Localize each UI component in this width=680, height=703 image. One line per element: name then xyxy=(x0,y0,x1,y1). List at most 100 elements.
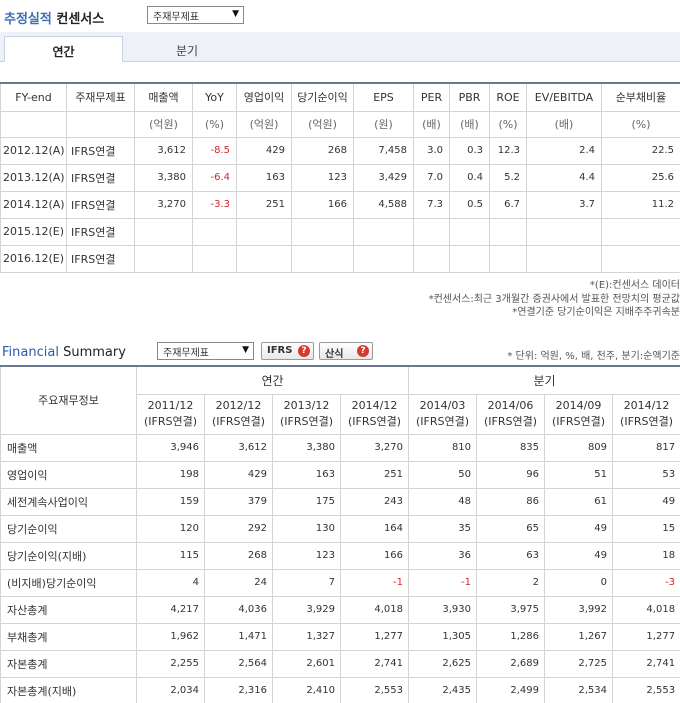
period-accounting: (IFRS연결) xyxy=(143,415,198,428)
value-cell: 49 xyxy=(544,514,614,543)
metric-label[interactable]: 당기순이익(지배) xyxy=(0,541,137,570)
value-cell xyxy=(526,217,602,246)
accounting-cell: IFRS연결 xyxy=(66,163,135,192)
value-cell: 166 xyxy=(291,190,354,219)
unit-note: * 단위: 억원, %, 배, 천주, 분기:순액기준 xyxy=(507,351,680,362)
value-cell: 65 xyxy=(476,514,546,543)
value-cell xyxy=(192,244,237,273)
fy-cell: 2012.12(A) xyxy=(0,136,67,165)
unit-cell: (배) xyxy=(413,110,450,138)
value-cell: -3 xyxy=(612,568,680,597)
tab-quarterly[interactable]: 분기 xyxy=(128,36,246,62)
value-cell: 198 xyxy=(136,460,205,489)
col-header: 당기순이익 xyxy=(291,82,354,112)
value-cell: 2,601 xyxy=(272,649,341,678)
summary-row: 세전계속사업이익 159 379 175 243 48 86 61 49 xyxy=(0,487,680,516)
value-cell: 268 xyxy=(291,136,354,165)
value-cell: 175 xyxy=(272,487,341,516)
tab-annual[interactable]: 연간 xyxy=(4,36,123,62)
value-cell: 2,741 xyxy=(339,649,410,678)
col-header: ROE xyxy=(489,82,527,112)
value-cell: 18 xyxy=(612,541,680,570)
value-cell: 2.4 xyxy=(526,136,602,165)
question-icon[interactable]: ? xyxy=(357,345,369,357)
value-cell: 1,962 xyxy=(136,622,205,651)
metric-label[interactable]: 자본총계(지배) xyxy=(0,676,137,703)
value-cell: 123 xyxy=(291,163,354,192)
summary-statement-select[interactable]: 주재무제표 ▼ xyxy=(157,342,254,360)
value-cell: 25.6 xyxy=(601,163,680,192)
period-accounting: (IFRS연결) xyxy=(484,415,538,428)
value-cell: 4,018 xyxy=(612,595,680,624)
value-cell: 63 xyxy=(476,541,546,570)
value-cell xyxy=(291,244,354,273)
consensus-units-row: (억원) (%) (억원) (억원) (원) (배) (배) (%) (배) (… xyxy=(0,110,680,138)
value-cell: 1,277 xyxy=(339,622,410,651)
value-cell: 1,327 xyxy=(272,622,341,651)
unit-cell: (원) xyxy=(353,110,414,138)
consensus-row: 2016.12(E) IFRS연결 xyxy=(0,244,680,273)
value-cell xyxy=(291,217,354,246)
value-cell: 49 xyxy=(544,541,614,570)
value-cell: 268 xyxy=(204,541,273,570)
period-accounting: (IFRS연결) xyxy=(552,415,606,428)
summary-row: 당기순이익(지배) 115 268 123 166 36 63 49 18 xyxy=(0,541,680,570)
metric-label[interactable]: 세전계속사업이익 xyxy=(0,487,137,516)
consensus-table: FY-end 주재무제표 매출액 YoY 영업이익 당기순이익 EPS PER … xyxy=(0,82,680,273)
value-cell: 86 xyxy=(476,487,546,516)
value-cell: 7 xyxy=(272,568,341,597)
metric-label[interactable]: 당기순이익 xyxy=(0,514,137,543)
consensus-note: *연결기준 당기순이익은 지배주주귀속분 xyxy=(512,307,680,318)
value-cell: 1,267 xyxy=(544,622,614,651)
value-cell: 11.2 xyxy=(601,190,680,219)
value-cell xyxy=(449,217,490,246)
statement-type-select[interactable]: 주재무제표 ▼ xyxy=(147,6,244,24)
value-cell: 115 xyxy=(136,541,205,570)
ifrs-button[interactable]: IFRS ? xyxy=(261,342,314,360)
metric-label[interactable]: (비지배)당기순이익 xyxy=(0,568,137,597)
tab-annual-label: 연간 xyxy=(52,45,75,59)
period-accounting: (IFRS연결) xyxy=(416,415,470,428)
value-cell: 2,553 xyxy=(339,676,410,703)
value-cell: 50 xyxy=(408,460,478,489)
value-cell: 2,534 xyxy=(544,676,614,703)
summary-statement-value: 주재무제표 xyxy=(163,348,209,359)
consensus-row: 2015.12(E) IFRS연결 xyxy=(0,217,680,246)
value-cell xyxy=(413,244,450,273)
value-cell: 1,305 xyxy=(408,622,478,651)
col-header: 주재무제표 xyxy=(66,82,135,112)
value-cell xyxy=(489,244,527,273)
consensus-header-row: FY-end 주재무제표 매출액 YoY 영업이익 당기순이익 EPS PER … xyxy=(0,82,680,112)
value-cell: 2,564 xyxy=(204,649,273,678)
value-cell: 3,270 xyxy=(339,433,410,462)
col-header: EV/EBITDA xyxy=(526,82,602,112)
formula-button-label: 산식 xyxy=(325,349,344,360)
value-cell: -1 xyxy=(408,568,478,597)
value-cell: 3,930 xyxy=(408,595,478,624)
value-cell: 2,255 xyxy=(136,649,205,678)
value-cell xyxy=(449,244,490,273)
value-cell: 159 xyxy=(136,487,205,516)
unit-cell: (배) xyxy=(526,110,602,138)
metric-label[interactable]: 자본총계 xyxy=(0,649,137,678)
col-header: YoY xyxy=(192,82,237,112)
value-cell: 4,018 xyxy=(339,595,410,624)
metric-label[interactable]: 매출액 xyxy=(0,433,137,462)
question-icon[interactable]: ? xyxy=(298,345,310,357)
dropdown-arrow-icon: ▼ xyxy=(232,9,239,19)
value-cell: 2,689 xyxy=(476,649,546,678)
value-cell: 3,380 xyxy=(134,163,193,192)
value-cell xyxy=(192,217,237,246)
value-cell: 251 xyxy=(236,190,292,219)
metric-label[interactable]: 영업이익 xyxy=(0,460,137,489)
value-cell: 4,036 xyxy=(204,595,273,624)
value-cell: 251 xyxy=(339,460,410,489)
fs-title-part2: Summary xyxy=(63,345,126,360)
period-header: 2014/03 (IFRS연결) xyxy=(408,393,478,435)
summary-row: 당기순이익 120 292 130 164 35 65 49 15 xyxy=(0,514,680,543)
metric-label[interactable]: 부채총계 xyxy=(0,622,137,651)
metric-label[interactable]: 자산총계 xyxy=(0,595,137,624)
value-cell: 6.7 xyxy=(489,190,527,219)
value-cell: 3,946 xyxy=(136,433,205,462)
formula-button[interactable]: 산식 ? xyxy=(319,342,373,360)
